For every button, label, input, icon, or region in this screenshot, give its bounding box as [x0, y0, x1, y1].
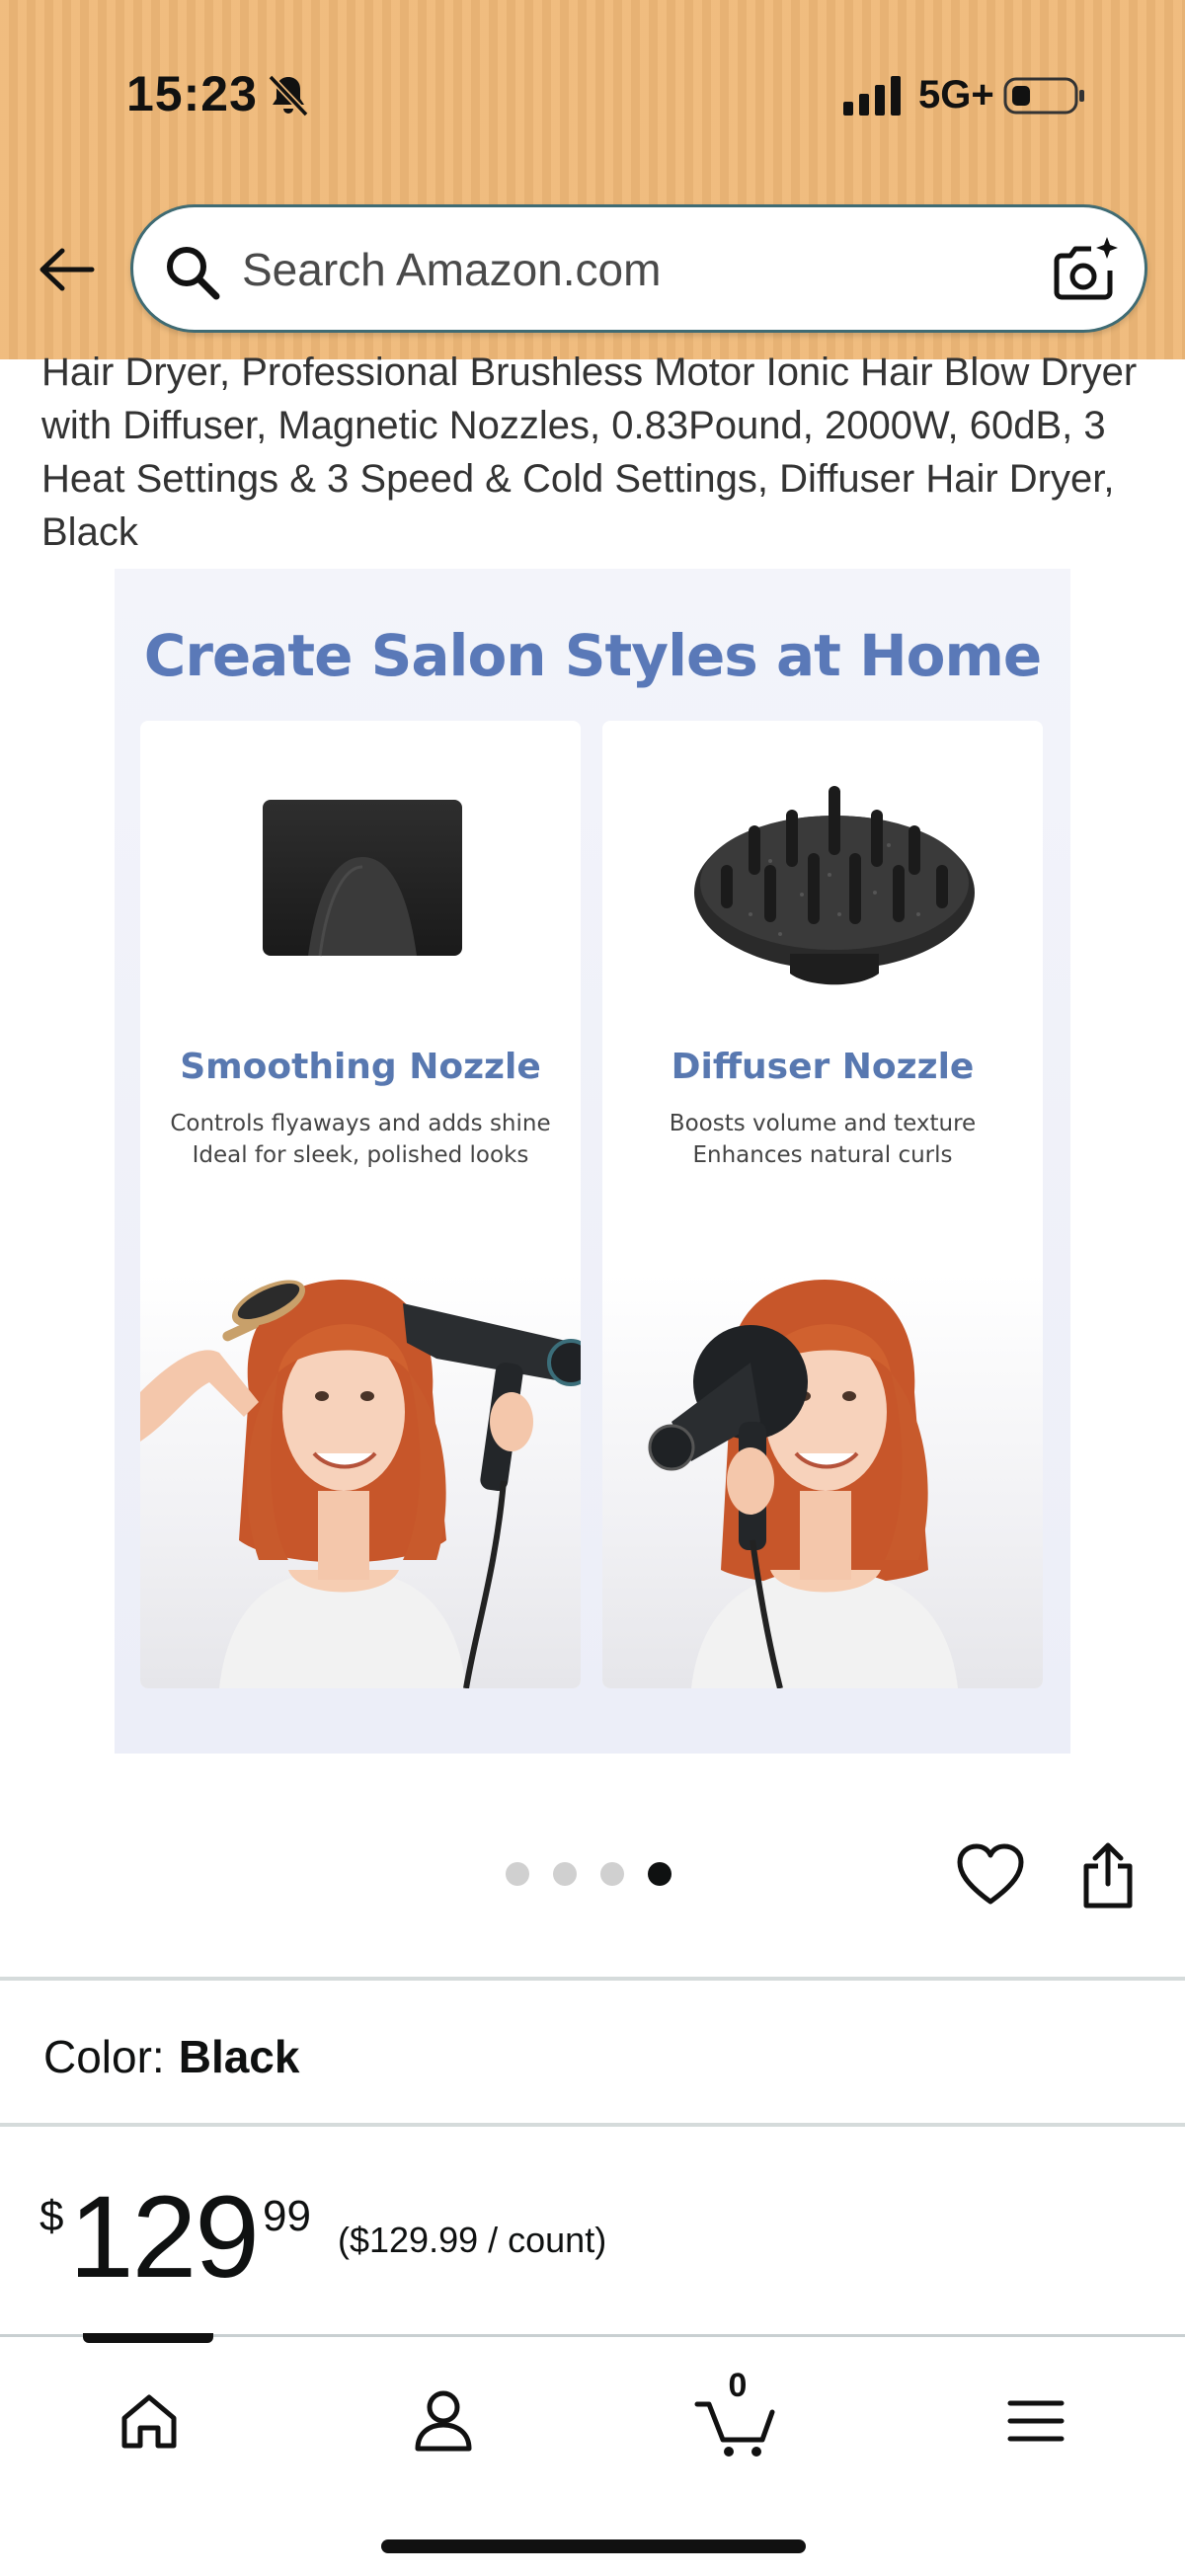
diffuser-nozzle-image [694, 786, 975, 985]
price-fraction: 99 [263, 2192, 311, 2240]
signal-icon [843, 76, 901, 116]
account-icon [415, 2390, 472, 2452]
smoothing-nozzle-image [263, 800, 462, 957]
card-description: Boosts volume and texture Enhances natur… [669, 1111, 977, 1168]
nav-account[interactable] [399, 2377, 488, 2465]
card-title: Smoothing Nozzle [180, 1047, 541, 1087]
share-icon [1083, 1842, 1133, 1909]
arrow-left-icon [40, 248, 95, 291]
search-box[interactable] [130, 204, 1147, 333]
model-photo-smoothing [140, 1274, 581, 1688]
carousel-dot[interactable] [553, 1862, 577, 1886]
home-icon [121, 2394, 177, 2449]
menu-icon [1007, 2400, 1065, 2442]
search-input[interactable] [242, 235, 953, 304]
section-divider [0, 1977, 1185, 1981]
status-time: 15:23 [126, 66, 258, 121]
nav-menu[interactable] [991, 2377, 1080, 2465]
feature-card-smoothing: Smoothing Nozzle Controls flyaways and a… [140, 721, 581, 1688]
nav-home[interactable] [105, 2377, 194, 2465]
camera-search-icon[interactable] [1052, 235, 1121, 304]
nav-cart[interactable]: 0 [693, 2367, 782, 2465]
product-image[interactable]: Create Salon Styles at Home Smoothing No… [115, 569, 1070, 1754]
share-button[interactable] [1078, 1840, 1138, 1910]
price-symbol: $ [40, 2192, 64, 2240]
nav-active-indicator [83, 2333, 213, 2343]
network-label: 5G+ [918, 73, 994, 117]
back-button[interactable] [34, 237, 99, 302]
color-label: Color: [43, 2031, 165, 2082]
carousel-dot[interactable] [506, 1862, 529, 1886]
search-icon [167, 247, 220, 300]
color-selector[interactable]: Color: Black [43, 2030, 299, 2083]
price-per-unit: ($129.99 / count) [338, 2220, 607, 2260]
card-description: Controls flyaways and adds shine Ideal f… [170, 1111, 551, 1168]
price-whole: 129 [69, 2172, 260, 2303]
carousel-dot-active[interactable] [648, 1862, 672, 1886]
feature-card-diffuser: Diffuser Nozzle Boosts volume and textur… [602, 721, 1043, 1688]
top-header: 15:23 5G+ [0, 0, 1185, 359]
promo-heading: Create Salon Styles at Home [143, 622, 1042, 689]
bell-slash-icon [268, 74, 309, 117]
color-value: Black [178, 2031, 300, 2082]
carousel-dots[interactable] [506, 1862, 672, 1886]
product-title[interactable]: Hair Dryer, Professional Brushless Motor… [41, 346, 1157, 559]
carousel-dot[interactable] [600, 1862, 624, 1886]
battery-icon [1003, 77, 1084, 115]
card-title: Diffuser Nozzle [671, 1047, 975, 1087]
model-photo-diffuser [602, 1274, 1043, 1688]
cart-icon [694, 2401, 775, 2457]
section-divider [0, 2123, 1185, 2127]
home-indicator [381, 2539, 806, 2553]
favorite-button[interactable] [956, 1842, 1025, 1908]
heart-icon [957, 1843, 1024, 1905]
